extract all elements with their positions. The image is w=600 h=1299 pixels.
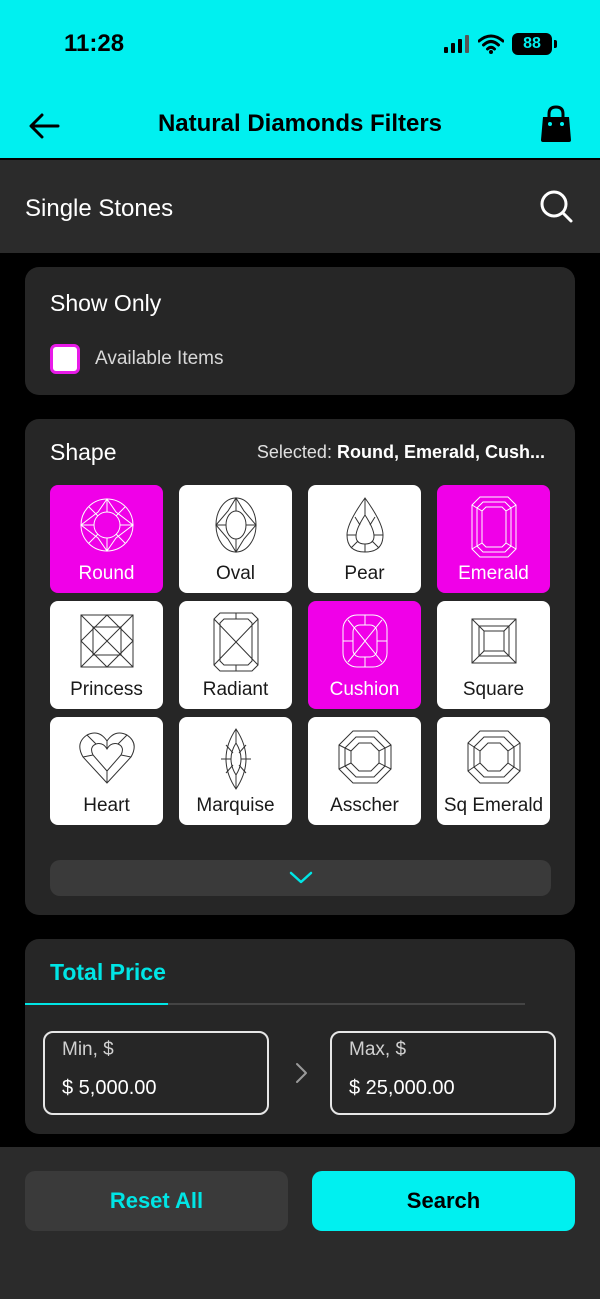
search-icon[interactable] (538, 188, 574, 224)
shape-tile-pear[interactable]: Pear (308, 485, 421, 593)
footer-bar: Reset All Search (0, 1147, 600, 1299)
shopping-bag-icon[interactable] (538, 104, 574, 144)
shape-label: Asscher (330, 795, 399, 816)
shape-label: Emerald (458, 563, 529, 584)
sq-emerald-diamond-icon (467, 730, 520, 784)
search-button[interactable]: Search (312, 1171, 575, 1231)
shape-label: Heart (83, 795, 130, 816)
shape-card: Shape Selected: Round, Emerald, Cush... … (25, 419, 575, 915)
princess-diamond-icon (79, 614, 134, 668)
shape-tile-marquise[interactable]: Marquise (179, 717, 292, 825)
section-bar: Single Stones (0, 158, 600, 253)
shape-label: Pear (344, 563, 385, 584)
min-price-field[interactable]: Min, $ $ 5,000.00 (43, 1031, 269, 1115)
show-only-title: Show Only (50, 290, 162, 316)
shape-title: Shape (50, 439, 117, 465)
wifi-icon (478, 34, 504, 54)
shape-selected-summary: Selected: Round, Emerald, Cush... (257, 442, 545, 463)
cushion-diamond-icon (342, 614, 387, 668)
shape-tile-cushion[interactable]: Cushion (308, 601, 421, 709)
asscher-diamond-icon (338, 730, 391, 784)
max-price-label: Max, $ (349, 1039, 407, 1060)
shape-label: Round (78, 563, 135, 584)
shape-label: Cushion (329, 679, 400, 700)
shape-grid: Round Oval Pear Emerald Princess Radiant… (50, 485, 551, 825)
page-title: Natural Diamonds Filters (157, 110, 443, 137)
min-price-value[interactable]: $ 5,000.00 (62, 1077, 157, 1100)
max-price-value[interactable]: $ 25,000.00 (349, 1077, 455, 1100)
tab-active-indicator (25, 1003, 168, 1005)
selected-value: Round, Emerald, Cush... (336, 442, 545, 462)
price-card: Total Price Min, $ $ 5,000.00 Max, $ $ 2… (25, 939, 575, 1134)
expand-shapes-button[interactable] (50, 860, 551, 896)
shape-tile-heart[interactable]: Heart (50, 717, 163, 825)
app-header: 11:28 88 Natural Diamonds Filters (0, 0, 600, 158)
signal-icon (444, 35, 469, 53)
marquise-diamond-icon (220, 728, 251, 790)
tab-total-price[interactable]: Total Price (50, 959, 166, 986)
available-items-checkbox[interactable] (50, 344, 80, 374)
shape-label: Square (462, 679, 525, 700)
square-diamond-icon (471, 618, 516, 664)
shape-label: Oval (215, 563, 256, 584)
min-price-label: Min, $ (62, 1039, 114, 1060)
shape-tile-radiant[interactable]: Radiant (179, 601, 292, 709)
reset-all-button[interactable]: Reset All (25, 1171, 288, 1231)
battery-icon: 88 (512, 33, 557, 55)
shape-tile-square[interactable]: Square (437, 601, 550, 709)
shape-label: Sq Emerald (443, 795, 544, 816)
round-diamond-icon (79, 498, 134, 552)
section-title: Single Stones (25, 195, 174, 222)
pear-diamond-icon (345, 497, 384, 553)
shape-tile-princess[interactable]: Princess (50, 601, 163, 709)
emerald-diamond-icon (471, 496, 516, 558)
shape-label: Princess (70, 679, 143, 700)
selected-prefix: Selected: (256, 442, 332, 462)
tab-underline (25, 1003, 525, 1005)
shape-tile-emerald[interactable]: Emerald (437, 485, 550, 593)
chevron-right-icon (296, 1063, 307, 1083)
available-items-label[interactable]: Available Items (95, 348, 224, 370)
shape-tile-oval[interactable]: Oval (179, 485, 292, 593)
chevron-down-icon (289, 871, 312, 884)
shape-tile-round[interactable]: Round (50, 485, 163, 593)
max-price-field[interactable]: Max, $ $ 25,000.00 (330, 1031, 556, 1115)
status-time: 11:28 (64, 30, 125, 57)
oval-diamond-icon (214, 497, 257, 553)
radiant-diamond-icon (213, 612, 258, 672)
status-icons: 88 (444, 33, 557, 55)
battery-level: 88 (523, 35, 541, 52)
shape-tile-sq-emerald[interactable]: Sq Emerald (437, 717, 550, 825)
heart-diamond-icon (78, 732, 135, 784)
shape-label: Radiant (202, 679, 269, 700)
shape-label: Marquise (196, 795, 275, 816)
shape-tile-asscher[interactable]: Asscher (308, 717, 421, 825)
show-only-card: Show Only Available Items (25, 267, 575, 395)
